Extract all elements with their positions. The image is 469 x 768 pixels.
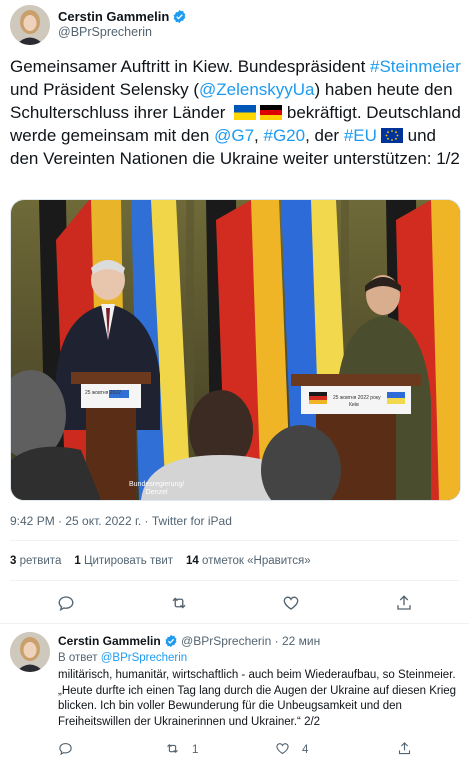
- tweet-timestamp[interactable]: 9:42 PM · 25 окт. 2022 г. · Twitter for …: [10, 514, 232, 528]
- author-name[interactable]: Cerstin Gammelin: [58, 9, 169, 24]
- photo-credit: Bundesregierung/ Denzel: [129, 481, 185, 496]
- reply-retweet-button[interactable]: 1: [165, 741, 198, 759]
- mention-g7[interactable]: @G7: [214, 126, 254, 145]
- podium-right-label-2: Київ: [349, 402, 359, 408]
- divider: [10, 540, 459, 541]
- stats-row: 3 ретвита 1 Цитировать твит 14 отметок «…: [10, 555, 311, 567]
- likes-stat[interactable]: 14 отметок «Нравится»: [186, 555, 311, 567]
- reply-share-button[interactable]: [397, 741, 412, 759]
- reply-text: militärisch, humanitär, wirtschaftlich -…: [58, 669, 457, 728]
- hashtag-steinmeier[interactable]: #Steinmeier: [370, 57, 461, 76]
- like-icon[interactable]: [282, 594, 300, 617]
- reply-author-name[interactable]: Cerstin Gammelin: [58, 634, 161, 648]
- reply-author-handle[interactable]: @BPrSprecherin: [181, 634, 271, 648]
- flag-germany-icon: [260, 103, 283, 120]
- divider: [10, 580, 459, 581]
- share-icon: [397, 741, 412, 759]
- like-icon: [275, 741, 290, 759]
- flag-eu-icon: [380, 126, 403, 143]
- verified-badge-icon: [172, 9, 187, 29]
- reply-retweet-count: 1: [192, 744, 199, 756]
- author-avatar[interactable]: [10, 5, 50, 45]
- reply-like-button[interactable]: 4: [275, 741, 308, 759]
- reply-reply-button[interactable]: [58, 741, 73, 759]
- reply-to-line: В ответ @BPrSprecherin: [58, 652, 188, 664]
- podium-left-label: 25 жовтня 2022: [85, 390, 121, 396]
- author-handle[interactable]: @BPrSprecherin: [58, 25, 152, 39]
- tweet-text: Gemeinsamer Auftritt in Kiew. Bundespräs…: [10, 57, 461, 168]
- retweet-icon[interactable]: [170, 594, 188, 617]
- retweet-icon: [165, 741, 180, 759]
- reply-author-avatar[interactable]: [10, 632, 50, 672]
- quotes-stat[interactable]: 1 Цитировать твит: [74, 555, 173, 567]
- hashtag-g20[interactable]: #G20: [263, 126, 305, 145]
- share-icon[interactable]: [395, 594, 413, 617]
- podium-right-label-1: 25 жовтня 2022 року: [333, 395, 381, 401]
- reply-to-handle[interactable]: @BPrSprecherin: [101, 652, 187, 664]
- verified-badge-icon: [164, 634, 178, 651]
- divider: [0, 623, 469, 624]
- reply-like-count: 4: [302, 744, 309, 756]
- tweet-photo[interactable]: 25 жовтня 2022 25 жовтня 2022 року Київ …: [10, 199, 461, 501]
- flag-ukraine-icon: [234, 103, 257, 120]
- reply-time[interactable]: 22 мин: [282, 634, 320, 648]
- hashtag-eu[interactable]: #EU: [344, 126, 377, 145]
- reply-icon: [58, 741, 73, 759]
- mention-zelenskyyua[interactable]: @ZelenskyyUa: [199, 80, 315, 99]
- retweets-stat[interactable]: 3 ретвита: [10, 555, 61, 567]
- reply-icon[interactable]: [57, 594, 75, 617]
